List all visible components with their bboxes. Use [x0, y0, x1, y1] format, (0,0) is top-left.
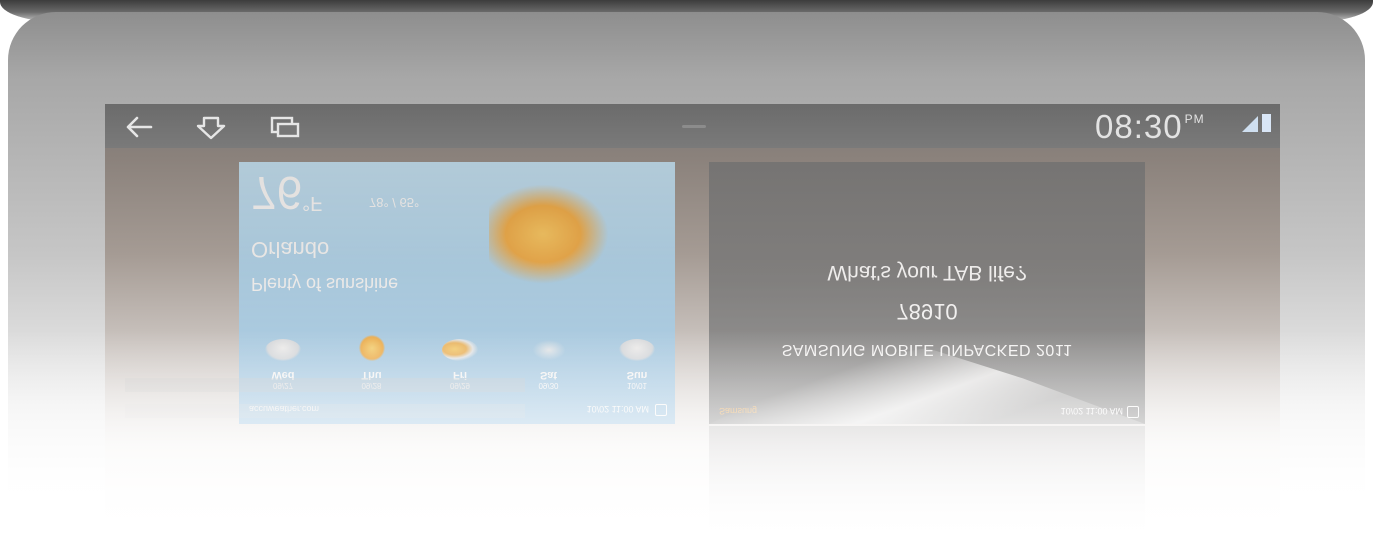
- event-widget[interactable]: Samsung 10/02 11:00 AM SAMSUNG MOBILE UN…: [709, 162, 1145, 424]
- sunny-icon: [358, 335, 385, 361]
- cloudy-icon: [265, 339, 301, 361]
- back-icon[interactable]: [121, 112, 161, 142]
- cloudy-icon: [619, 339, 655, 361]
- battery-icon: [1262, 114, 1271, 132]
- forecast-day: 10/01 Sun: [607, 335, 667, 392]
- weather-city: Orlando: [251, 237, 330, 262]
- weather-condition: Plenty of sunshine: [251, 274, 399, 294]
- event-tagline: What's your TAB life?: [827, 261, 1027, 284]
- weather-temperature: 76°F: [251, 166, 322, 220]
- home-icon[interactable]: [191, 112, 231, 142]
- signal-icon: [1242, 116, 1258, 137]
- weather-reflection-line: [125, 378, 525, 392]
- event-code: 78910: [896, 299, 958, 324]
- recent-apps-icon[interactable]: [265, 112, 305, 142]
- temperature-unit: °F: [302, 192, 323, 214]
- weather-updated: 10/02 11:00 AM: [586, 404, 649, 414]
- clock-ampm: PM: [1184, 112, 1205, 126]
- tablet-screen: 08:30 PM accuweather.com 10/02 11:00 AM 0…: [105, 104, 1280, 533]
- forecast-date: 10/01: [626, 381, 648, 390]
- weather-sun-icon: [489, 184, 609, 284]
- forecast-date: 09/30: [538, 381, 559, 390]
- windy-icon: [530, 339, 567, 361]
- temperature-value: 76: [251, 167, 303, 219]
- refresh-icon[interactable]: [1127, 406, 1139, 418]
- weather-reflection-line: [125, 404, 525, 418]
- weather-hi-lo: 78° / 65°: [369, 195, 420, 210]
- system-bar: 08:30 PM: [105, 104, 1280, 148]
- partly-sunny-icon: [442, 339, 478, 361]
- forecast-day-name: Sun: [626, 369, 648, 381]
- status-clock[interactable]: 08:30 PM: [1095, 108, 1205, 146]
- event-reflection: [709, 426, 1145, 533]
- notification-handle[interactable]: [682, 125, 706, 128]
- refresh-icon[interactable]: [655, 404, 667, 416]
- forecast-day: 09/30 Sat: [519, 335, 579, 392]
- clock-time: 08:30: [1095, 108, 1183, 145]
- forecast-day-name: Sat: [539, 369, 558, 381]
